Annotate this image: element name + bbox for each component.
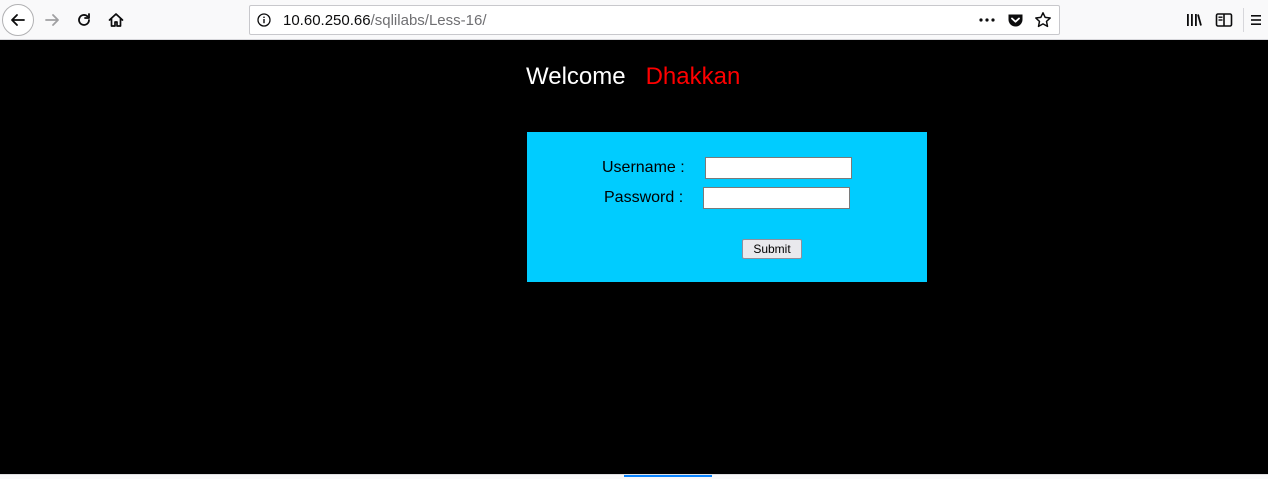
- reload-button[interactable]: [68, 4, 100, 36]
- bottom-strip: [0, 474, 1268, 479]
- url-host: 10.60.250.66: [283, 12, 371, 29]
- library-button[interactable]: [1178, 4, 1210, 36]
- submit-button[interactable]: Submit: [742, 239, 802, 259]
- more-dots-icon[interactable]: [975, 9, 999, 31]
- forward-button[interactable]: [36, 4, 68, 36]
- browser-toolbar: 10.60.250.66/sqlilabs/Less-16/: [0, 0, 1268, 40]
- library-icon: [1187, 14, 1202, 26]
- page-content: Welcome Dhakkan Username : Password : Sub…: [0, 40, 1268, 474]
- url-actions: [975, 9, 1055, 31]
- url-path: /sqlilabs/Less-16/: [370, 12, 487, 29]
- sidebar-icon: [1215, 13, 1233, 27]
- back-button[interactable]: [2, 4, 34, 36]
- progress-indicator: [624, 475, 712, 477]
- toolbar-separator: [1243, 8, 1244, 32]
- star-icon[interactable]: [1031, 9, 1055, 31]
- home-button[interactable]: [100, 4, 132, 36]
- welcome-text: Welcome: [526, 63, 626, 90]
- pocket-icon[interactable]: [1003, 9, 1027, 31]
- sidebar-button[interactable]: [1208, 4, 1240, 36]
- welcome-name: Dhakkan: [645, 63, 741, 90]
- home-icon: [108, 13, 124, 27]
- url-text[interactable]: 10.60.250.66/sqlilabs/Less-16/: [283, 12, 487, 29]
- menu-button[interactable]: [1245, 4, 1267, 36]
- forward-arrow-icon: [45, 14, 59, 26]
- info-icon[interactable]: [256, 12, 272, 28]
- reload-icon: [78, 13, 90, 26]
- password-input[interactable]: [703, 187, 850, 209]
- password-label: Password :: [604, 189, 684, 206]
- welcome-heading: Welcome Dhakkan: [526, 61, 740, 93]
- address-bar[interactable]: 10.60.250.66/sqlilabs/Less-16/: [249, 5, 1060, 35]
- hamburger-menu-icon: [1251, 15, 1261, 25]
- login-form: Username : Password : Submit: [527, 132, 927, 282]
- back-arrow-icon: [11, 14, 25, 26]
- username-label: Username :: [602, 159, 685, 176]
- username-input[interactable]: [705, 157, 852, 179]
